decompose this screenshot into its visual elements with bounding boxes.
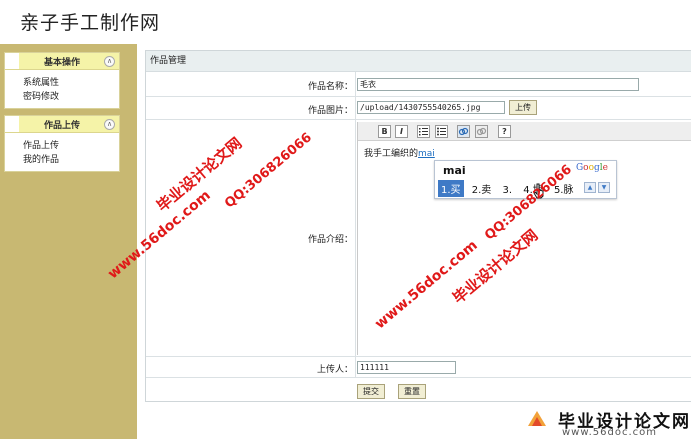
- help-icon[interactable]: ?: [498, 125, 511, 138]
- site-title: 亲子手工制作网: [20, 12, 161, 34]
- menu-group-header[interactable]: 基本操作 ∧: [5, 53, 119, 70]
- uploader-input[interactable]: 111111: [357, 361, 456, 374]
- page-up-icon[interactable]: ▲: [584, 182, 596, 193]
- editor-toolbar: B I ?: [358, 122, 691, 141]
- page-down-icon[interactable]: ▼: [598, 182, 610, 193]
- sidebar-item-change-password[interactable]: 密码修改: [5, 90, 119, 104]
- ime-candidate[interactable]: 1.买: [438, 180, 464, 197]
- name-label: 作品名称：: [307, 82, 353, 92]
- menu-group-title: 作品上传: [43, 121, 80, 131]
- menu-group-header[interactable]: 作品上传 ∧: [5, 116, 119, 133]
- intro-typing: mai: [418, 149, 435, 159]
- intro-label: 作品介绍：: [307, 235, 353, 245]
- menu-group-upload: 作品上传 ∧ 作品上传 我的作品: [4, 115, 120, 172]
- google-logo: Google: [575, 163, 608, 173]
- footer-logo: 毕业设计论文网 www.56doc.com: [522, 405, 691, 439]
- bold-icon[interactable]: B: [378, 125, 391, 138]
- italic-icon[interactable]: I: [395, 125, 408, 138]
- logo-mark-icon: [528, 411, 546, 426]
- editor-content[interactable]: 我手工编织的mai: [364, 146, 435, 159]
- ordered-list-icon[interactable]: [417, 125, 430, 138]
- form-row-name: 作品名称： 毛衣: [146, 72, 691, 97]
- unordered-list-icon[interactable]: [435, 125, 448, 138]
- panel-title: 作品管理: [146, 51, 691, 72]
- image-label: 作品图片：: [307, 106, 353, 116]
- intro-text: 我手工编织的: [364, 149, 419, 159]
- work-management-panel: 作品管理 作品名称： 毛衣 作品图片： /upload/143075554026…: [145, 50, 691, 402]
- collapse-icon[interactable]: ∧: [104, 119, 115, 130]
- name-input[interactable]: 毛衣: [357, 78, 639, 91]
- form-row-image: 作品图片： /upload/1430755540265.jpg 上传: [146, 97, 691, 120]
- sidebar-item-my-works[interactable]: 我的作品: [5, 153, 119, 167]
- header: 亲子手工制作网: [0, 0, 691, 44]
- submit-button[interactable]: 提交: [357, 384, 385, 399]
- menu-group-basic: 基本操作 ∧ 系统属性 密码修改: [4, 52, 120, 109]
- sidebar: 基本操作 ∧ 系统属性 密码修改 作品上传 ∧ 作品上传 我的作品: [0, 44, 137, 439]
- uploader-label: 上传人：: [316, 365, 353, 375]
- link-icon[interactable]: [457, 125, 470, 138]
- collapse-icon[interactable]: ∧: [104, 56, 115, 67]
- menu-group-title: 基本操作: [43, 58, 80, 68]
- ime-composition: mai: [443, 164, 466, 177]
- upload-button[interactable]: 上传: [509, 100, 537, 115]
- image-path-input[interactable]: /upload/1430755540265.jpg: [357, 101, 505, 114]
- form-row-uploader: 上传人： 111111: [146, 357, 691, 378]
- ime-candidate[interactable]: 3.: [499, 184, 515, 197]
- ime-candidate-window: mai Google 1.买 2.卖 3. 4.埋 5.脉 ▲ ▼: [434, 160, 617, 199]
- sidebar-item-system-properties[interactable]: 系统属性: [5, 76, 119, 90]
- footer-url: www.56doc.com: [562, 427, 658, 438]
- sidebar-item-upload-work[interactable]: 作品上传: [5, 139, 119, 153]
- unlink-icon[interactable]: [475, 125, 488, 138]
- reset-button[interactable]: 重置: [398, 384, 426, 399]
- ime-candidate[interactable]: 2.卖: [469, 180, 495, 197]
- ime-nav: ▲ ▼: [582, 182, 610, 193]
